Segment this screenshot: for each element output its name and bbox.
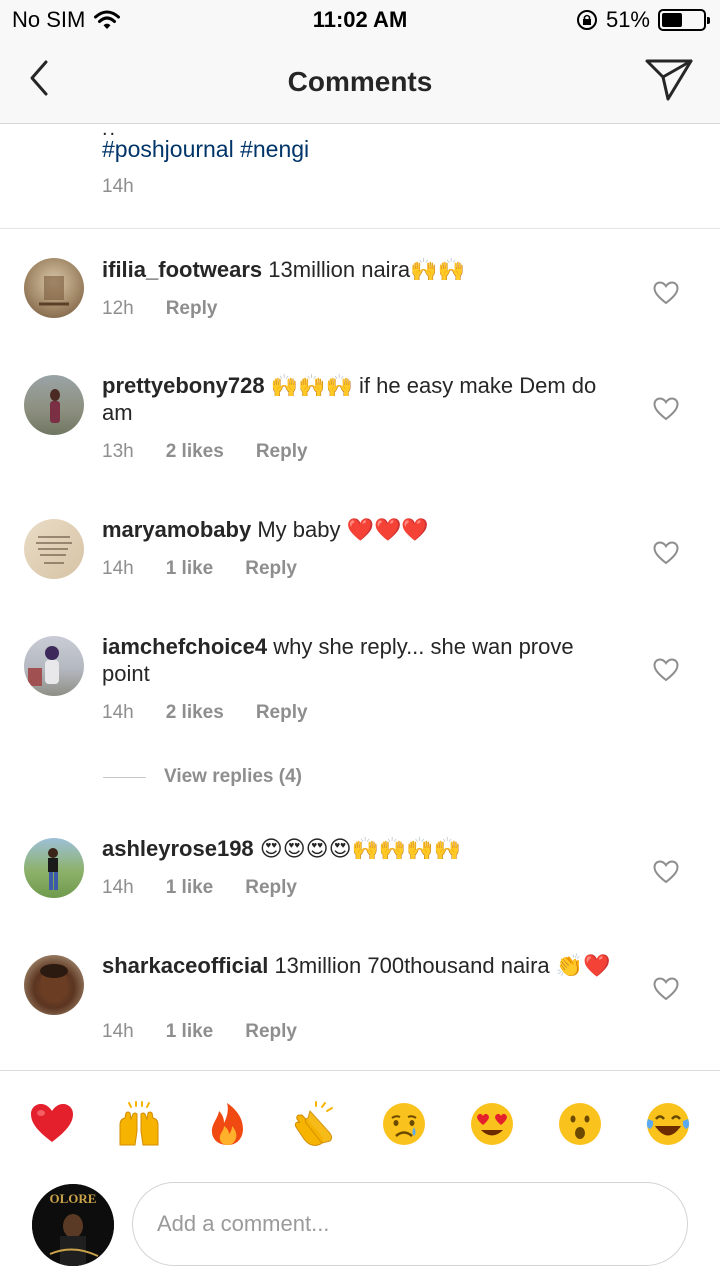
comment-input[interactable] bbox=[132, 1182, 688, 1266]
likes-count[interactable]: 2 likes bbox=[166, 702, 224, 724]
page-title: Comments bbox=[287, 66, 433, 97]
comment-username[interactable]: iamchefchoice4 bbox=[102, 634, 267, 659]
header-bar: Comments bbox=[0, 40, 720, 124]
comment-username[interactable]: sharkaceofficial bbox=[102, 953, 268, 978]
comment-time: 14h bbox=[102, 702, 134, 723]
comment-meta: 14h 2 likes Reply bbox=[102, 702, 308, 724]
comment-meta: 14h 1 like Reply bbox=[102, 877, 297, 899]
crying-face-emoji-button[interactable] bbox=[381, 1101, 427, 1147]
comment-text: ashleyrose198 😍😍😍😍🙌🙌🙌🙌 bbox=[102, 835, 612, 862]
fire-emoji-button[interactable] bbox=[205, 1101, 251, 1147]
surprised-face-emoji-button[interactable] bbox=[557, 1101, 603, 1147]
paper-plane-icon[interactable] bbox=[644, 56, 694, 102]
battery-percent: 51% bbox=[605, 7, 650, 32]
reply-button[interactable]: Reply bbox=[256, 441, 308, 463]
heart-eyes-emoji-button[interactable] bbox=[469, 1101, 515, 1147]
avatar[interactable] bbox=[24, 838, 84, 898]
avatar[interactable] bbox=[24, 636, 84, 696]
likes-count[interactable]: 1 like bbox=[166, 1021, 214, 1043]
heart-icon[interactable] bbox=[653, 977, 679, 1001]
comment-time: 14h bbox=[102, 877, 134, 898]
comment-time: 14h bbox=[102, 558, 134, 579]
comment-time: 13h bbox=[102, 441, 134, 462]
comment-text: maryamobaby My baby ❤️❤️❤️ bbox=[102, 516, 612, 543]
heart-icon[interactable] bbox=[653, 541, 679, 565]
reply-button[interactable]: Reply bbox=[245, 1021, 297, 1043]
view-replies-divider bbox=[103, 776, 146, 778]
raising-hands-emoji-button[interactable] bbox=[116, 1101, 162, 1147]
comment-time: 14h bbox=[102, 1021, 134, 1042]
avatar[interactable] bbox=[24, 375, 84, 435]
red-heart-emoji-button[interactable] bbox=[29, 1101, 75, 1147]
likes-count[interactable]: 1 like bbox=[166, 558, 214, 580]
reply-button[interactable]: Reply bbox=[256, 702, 308, 724]
orientation-lock-icon bbox=[576, 10, 597, 30]
comment-body: 13million naira🙌🙌 bbox=[268, 257, 465, 282]
current-user-avatar[interactable]: OLORE bbox=[32, 1184, 114, 1266]
likes-count[interactable]: 2 likes bbox=[166, 441, 224, 463]
avatar-text: OLORE bbox=[50, 1191, 97, 1206]
status-right: 51% bbox=[576, 7, 710, 33]
caption-time: 14h bbox=[102, 176, 134, 197]
comment-time: 12h bbox=[102, 298, 134, 319]
comment-text: sharkaceofficial 13million 700thousand n… bbox=[102, 952, 612, 979]
view-replies-label: View replies (4) bbox=[164, 766, 302, 787]
clapping-hands-emoji-button[interactable] bbox=[292, 1101, 338, 1147]
quick-reactions-bar bbox=[0, 1070, 720, 1180]
comment-username[interactable]: maryamobaby bbox=[102, 517, 251, 542]
heart-icon[interactable] bbox=[653, 658, 679, 682]
avatar[interactable] bbox=[24, 519, 84, 579]
heart-icon[interactable] bbox=[653, 397, 679, 421]
caption-section: .. #poshjournal #nengi 14h bbox=[0, 118, 720, 229]
comment-username[interactable]: prettyebony728 bbox=[102, 373, 265, 398]
comment-username[interactable]: ashleyrose198 bbox=[102, 836, 254, 861]
comment-meta: 14h 1 like Reply bbox=[102, 558, 297, 580]
status-bar: No SIM 11:02 AM 51% bbox=[0, 0, 720, 40]
comment-composer: OLORE bbox=[0, 1180, 720, 1280]
comment-body: My baby ❤️❤️❤️ bbox=[257, 517, 429, 542]
comment-body: 13million 700thousand naira 👏❤️ bbox=[274, 953, 611, 978]
comment-text: ifilia_footwears 13million naira🙌🙌 bbox=[102, 256, 612, 283]
comment-meta: 14h 1 like Reply bbox=[102, 1021, 297, 1043]
comment-meta: 12h Reply bbox=[102, 298, 217, 320]
likes-count[interactable]: 1 like bbox=[166, 877, 214, 899]
caption-hashtags[interactable]: #poshjournal #nengi bbox=[102, 136, 309, 163]
battery-icon bbox=[658, 9, 710, 31]
heart-icon[interactable] bbox=[653, 860, 679, 884]
reply-button[interactable]: Reply bbox=[166, 298, 218, 320]
reply-button[interactable]: Reply bbox=[245, 877, 297, 899]
comment-text: prettyebony728 🙌🙌🙌 if he easy make Dem d… bbox=[102, 372, 612, 426]
view-replies-button[interactable]: View replies (4) bbox=[103, 766, 302, 788]
comment-text: iamchefchoice4 why she reply... she wan … bbox=[102, 633, 612, 687]
comment-username[interactable]: ifilia_footwears bbox=[102, 257, 262, 282]
avatar[interactable] bbox=[24, 258, 84, 318]
tears-of-joy-emoji-button[interactable] bbox=[645, 1101, 691, 1147]
heart-icon[interactable] bbox=[653, 281, 679, 305]
battery-fill bbox=[662, 13, 682, 27]
comment-body: 😍😍😍😍🙌🙌🙌🙌 bbox=[259, 836, 462, 861]
avatar[interactable] bbox=[24, 955, 84, 1015]
comment-meta: 13h 2 likes Reply bbox=[102, 441, 308, 463]
reply-button[interactable]: Reply bbox=[245, 558, 297, 580]
